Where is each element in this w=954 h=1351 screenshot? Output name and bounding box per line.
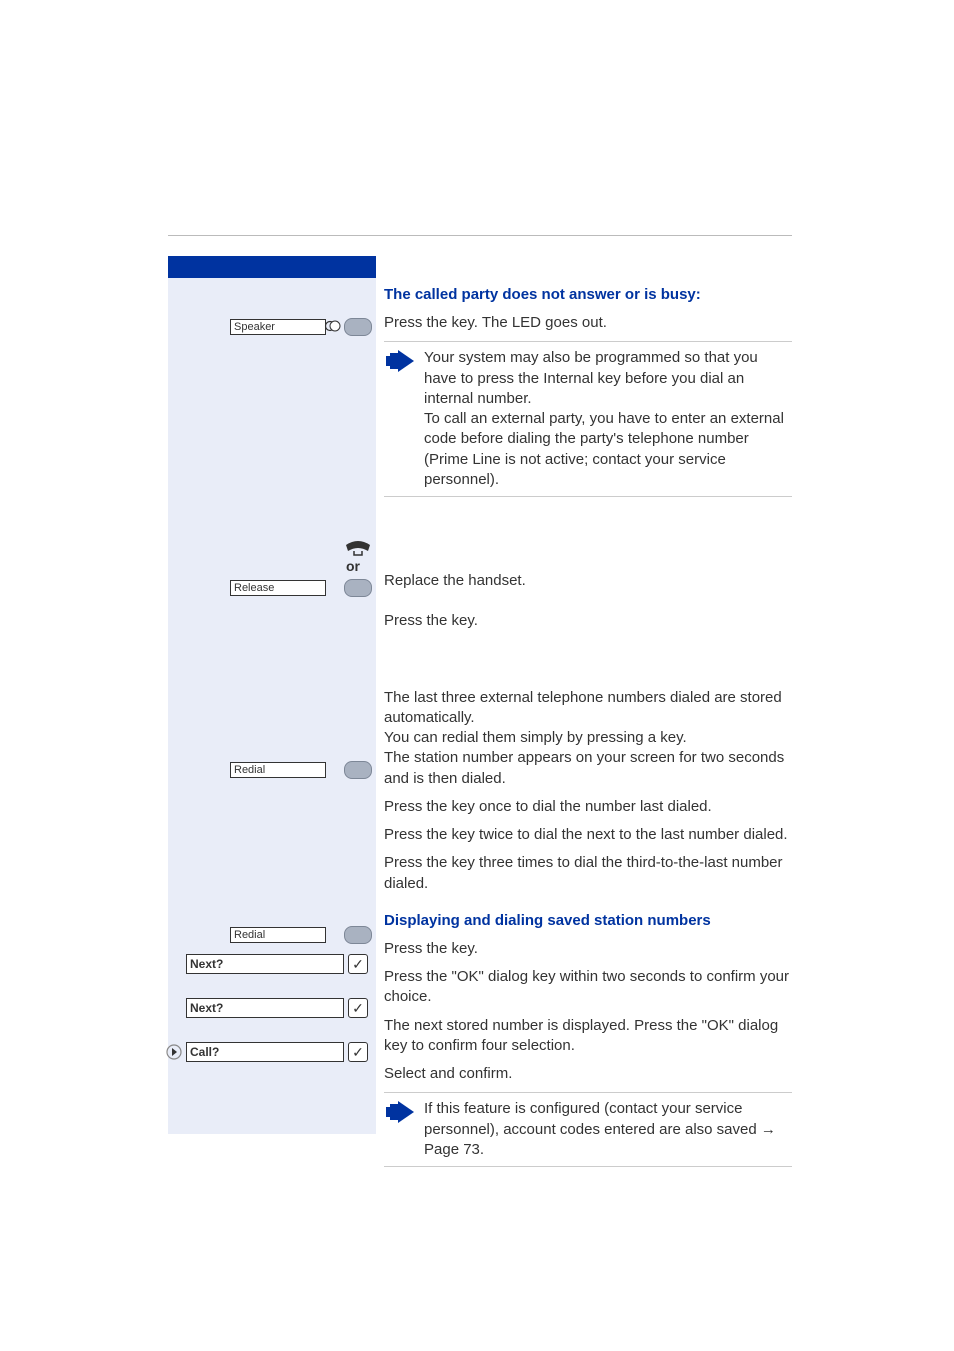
release-key-label: Release [230,580,326,596]
blue-header-bar [168,256,376,278]
or-label: or [346,558,360,574]
spacer [384,640,792,688]
text-press-once: Press the key once to dial the number la… [384,797,792,817]
note1-para2: To call an external party, you have to e… [424,410,784,488]
oval-button-icon [344,926,372,944]
redial-key-row-2: Redial [168,924,376,948]
scroll-right-icon [166,1044,182,1060]
left-column: Speaker or Release Redial [168,256,376,1134]
note1-para1: Your system may also be programmed so th… [424,349,758,407]
menu-next-2: Next? ✓ [186,998,372,1020]
oval-button-icon [344,318,372,336]
note-arrow-icon [386,1101,414,1123]
speaker-key-row: Speaker [168,316,376,340]
redial-key-label: Redial [230,762,326,778]
oval-button-icon [344,761,372,779]
note-box-1: Your system may also be programmed so th… [384,341,792,497]
note-arrow-icon [386,350,414,372]
handset-down-icon [344,539,372,557]
text-select-confirm: Select and confirm. [384,1064,792,1084]
page: Speaker or Release Redial [0,0,954,1351]
note2-text-page: Page 73. [424,1141,484,1158]
oval-button-icon [344,579,372,597]
redial-key-row-1: Redial [168,759,376,783]
text-ok-confirm: Press the "OK" dialog key within two sec… [384,967,792,1008]
right-column: The called party does not answer or is b… [376,256,792,1183]
ok-check-icon: ✓ [348,954,368,974]
menu-next-label: Next? [186,954,344,974]
note2-text-pre: If this feature is configured (contact y… [424,1100,761,1137]
menu-next-label: Next? [186,998,344,1018]
text-press-twice: Press the key twice to dial the next to … [384,825,792,845]
speaker-key-label: Speaker [230,319,326,335]
arrow-right-icon: → [761,1121,776,1138]
text-press-key-release: Press the key. [384,611,792,631]
redial-key-label: Redial [230,927,326,943]
text-press-key-redial: Press the key. [384,939,792,959]
menu-call-label: Call? [186,1042,344,1062]
spacer [384,599,792,611]
release-key-row: Release [168,577,376,601]
ok-check-icon: ✓ [348,1042,368,1062]
led-off-icon [324,320,342,332]
text-press-three: Press the key three times to dial the th… [384,853,792,894]
note-box-2: If this feature is configured (contact y… [384,1092,792,1167]
spacer [384,513,792,571]
text-press-led: Press the key. The LED goes out. [384,313,792,333]
content-area: Speaker or Release Redial [168,256,792,1183]
section-title-display-dial: Displaying and dialing saved station num… [384,912,792,929]
text-redial-intro: The last three external telephone number… [384,688,792,789]
text-replace-handset: Replace the handset. [384,571,792,591]
section-title-no-answer: The called party does not answer or is b… [384,286,792,303]
menu-call: Call? ✓ [186,1042,372,1064]
text-next-stored: The next stored number is displayed. Pre… [384,1016,792,1057]
top-divider [168,235,792,236]
ok-check-icon: ✓ [348,998,368,1018]
menu-next-1: Next? ✓ [186,954,372,976]
